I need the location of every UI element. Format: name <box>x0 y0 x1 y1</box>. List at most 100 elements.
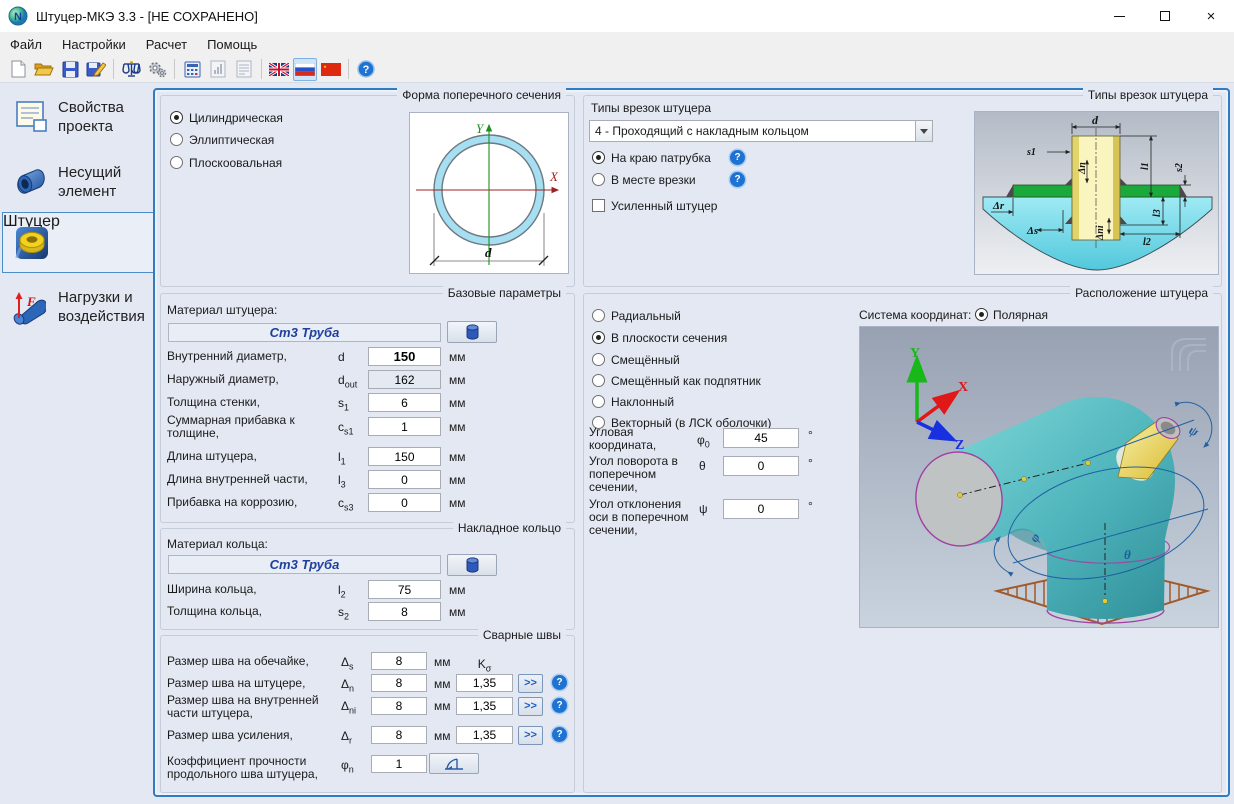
deviation-angle-input[interactable] <box>723 499 799 519</box>
radio-cylindrical[interactable] <box>170 111 183 124</box>
dim-label-s2: s2 <box>1174 163 1185 173</box>
ring-thickness-input[interactable] <box>368 602 441 621</box>
group-welds: Сварные швы Kσ Размер шва на обечайке, Δ… <box>160 635 575 793</box>
radio-at-pipe-edge[interactable] <box>592 151 605 164</box>
wall-thickness-input[interactable] <box>368 393 441 412</box>
project-properties-icon <box>14 99 50 135</box>
unit-label: мм <box>449 605 466 619</box>
database-icon <box>466 557 479 573</box>
report-icon <box>210 60 226 78</box>
material-database-button[interactable] <box>447 321 497 343</box>
nozzle-type-select[interactable]: 4 - Проходящий с накладным кольцом <box>589 120 933 142</box>
radio-radial[interactable] <box>592 309 605 322</box>
help-button[interactable]: ? <box>354 58 378 81</box>
k-sigma-more-button[interactable]: >> <box>518 674 543 693</box>
dim-label-l2: l2 <box>1143 237 1151 248</box>
dim-label-dn: Δn <box>1077 162 1088 175</box>
longitudinal-weld-coefficient-input[interactable] <box>371 755 427 773</box>
language-english-button[interactable] <box>267 58 291 81</box>
angular-coordinate-input[interactable] <box>723 428 799 448</box>
radio-polar[interactable] <box>975 308 988 321</box>
menu-calculation[interactable]: Расчет <box>136 34 197 55</box>
dim-d-label: d <box>485 245 492 260</box>
axis-y-label: Y <box>476 121 485 136</box>
radio-inclined[interactable] <box>592 395 605 408</box>
k-sigma-nozzle-input[interactable] <box>456 674 513 692</box>
sidebar-item-project-properties[interactable]: Свойствапроекта <box>0 98 152 154</box>
group-cross-section-shape: Форма поперечного сечения Цилиндрическая… <box>160 95 575 287</box>
corrosion-allowance-input[interactable] <box>368 493 441 512</box>
inner-diameter-input[interactable] <box>368 347 441 366</box>
radio-flat-oval[interactable] <box>170 156 183 169</box>
weld-size-shell-input[interactable] <box>371 652 427 670</box>
nozzle-3d-view[interactable]: Y X Z θ ψ φ <box>859 326 1219 628</box>
ring-width-input[interactable] <box>368 580 441 599</box>
radio-at-insertion-place[interactable] <box>592 173 605 186</box>
param-label: Толщина кольца, <box>167 605 262 618</box>
k-sigma-more-button[interactable]: >> <box>518 697 543 716</box>
close-button[interactable]: × <box>1188 0 1234 32</box>
sidebar-item-nozzle[interactable]: Штуцер <box>2 212 153 273</box>
help-icon[interactable] <box>730 150 745 165</box>
degree-label: ° <box>808 428 813 442</box>
param-symbol-sub: s1 <box>344 426 354 436</box>
k-sigma-more-button[interactable]: >> <box>518 726 543 745</box>
help-icon[interactable] <box>730 172 745 187</box>
menu-settings[interactable]: Настройки <box>52 34 136 55</box>
nozzle-material-field[interactable]: Ст3 Труба <box>168 323 441 342</box>
sidebar-item-loads[interactable]: F Нагрузки ивоздействия <box>0 288 152 344</box>
sidebar-item-bearing-element[interactable]: Несущийэлемент <box>0 163 152 219</box>
menu-file[interactable]: Файл <box>0 34 52 55</box>
units-button[interactable] <box>119 58 143 81</box>
radio-elliptical[interactable] <box>170 133 183 146</box>
material-database-button[interactable] <box>447 554 497 576</box>
angle-symbol-sub: 0 <box>705 439 710 449</box>
k-sigma-reinforcement-input[interactable] <box>456 726 513 744</box>
weld-size-reinforcement-input[interactable] <box>371 726 427 744</box>
open-file-button[interactable] <box>32 58 56 81</box>
menu-help[interactable]: Помощь <box>197 34 267 55</box>
inner-part-length-input[interactable] <box>368 470 441 489</box>
unit-label: мм <box>434 729 451 743</box>
help-icon[interactable] <box>552 698 567 713</box>
unit-label: мм <box>449 373 466 387</box>
document-button[interactable] <box>232 58 256 81</box>
radio-offset[interactable] <box>592 353 605 366</box>
thickness-allowance-input[interactable] <box>368 417 441 436</box>
angle-symbol: φ <box>697 433 705 447</box>
coord-system-label: Система координат: <box>859 309 971 322</box>
checkbox-reinforced-nozzle[interactable] <box>592 199 605 212</box>
help-icon[interactable] <box>552 727 567 742</box>
radio-label: Цилиндрическая <box>189 112 283 125</box>
nozzle-length-input[interactable] <box>368 447 441 466</box>
weld-size-nozzle-input[interactable] <box>371 674 427 692</box>
group-pad-ring: Накладное кольцо Материал кольца: Ст3 Тр… <box>160 528 575 630</box>
help-icon[interactable] <box>552 675 567 690</box>
calculator-button[interactable] <box>180 58 204 81</box>
degree-label: ° <box>808 456 813 470</box>
language-russian-button[interactable] <box>293 58 317 81</box>
report-button[interactable] <box>206 58 230 81</box>
language-chinese-button[interactable] <box>319 58 343 81</box>
combo-dropdown-button[interactable] <box>915 121 932 141</box>
svg-text:F: F <box>26 294 36 309</box>
radio-offset-as-support[interactable] <box>592 374 605 387</box>
app-logo-icon: N <box>8 6 28 26</box>
radio-in-section-plane[interactable] <box>592 331 605 344</box>
new-file-button[interactable] <box>6 58 30 81</box>
maximize-button[interactable] <box>1142 0 1188 32</box>
rotation-angle-input[interactable] <box>723 456 799 476</box>
ring-material-field[interactable]: Ст3 Труба <box>168 555 441 574</box>
weld-coefficient-button[interactable] <box>429 753 479 774</box>
param-label: Длина внутренней части, <box>167 473 308 486</box>
menu-bar: Файл Настройки Расчет Помощь <box>0 32 1234 56</box>
save-as-button[interactable] <box>84 58 108 81</box>
settings-button[interactable] <box>145 58 169 81</box>
weld-size-inner-part-input[interactable] <box>371 697 427 715</box>
param-symbol-sub: r <box>349 735 352 745</box>
save-button[interactable] <box>58 58 82 81</box>
dim-label-ds: Δs <box>1026 225 1038 237</box>
minimize-button[interactable] <box>1096 0 1142 32</box>
k-sigma-inner-input[interactable] <box>456 697 513 715</box>
param-label: Наружный диаметр, <box>167 373 279 386</box>
